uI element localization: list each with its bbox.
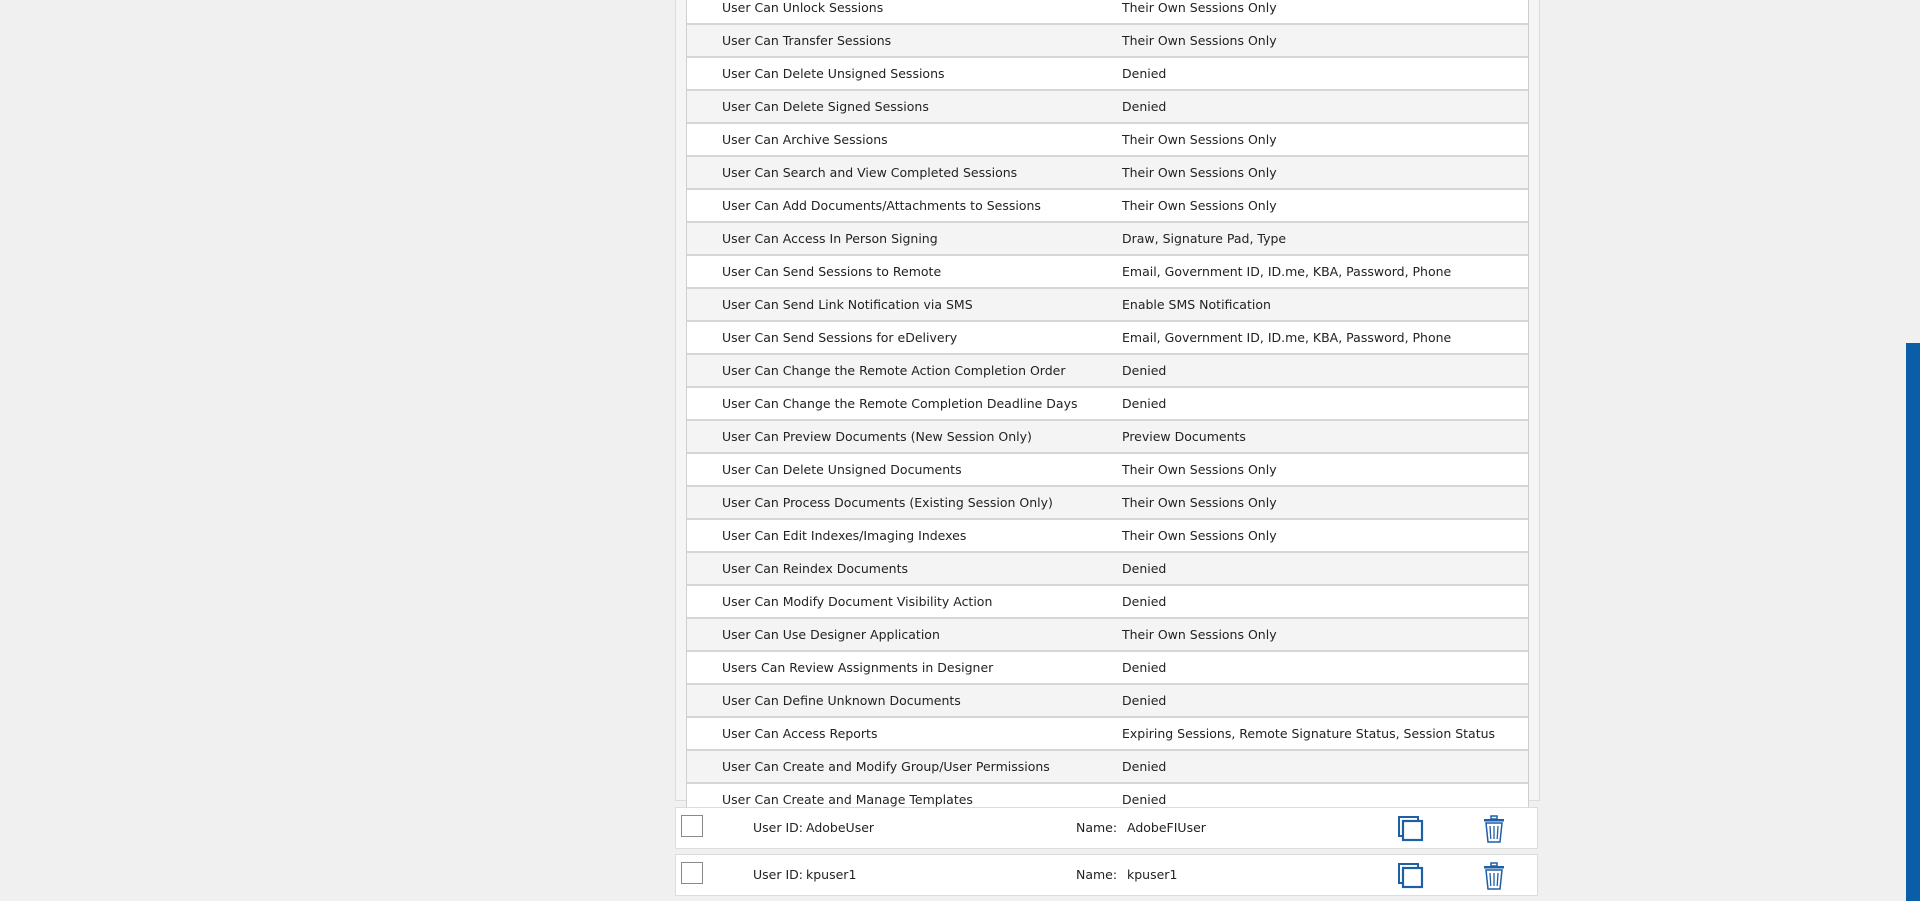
user-select-checkbox[interactable] <box>681 862 703 884</box>
permission-value: Denied <box>1122 660 1167 675</box>
permission-row: User Can Change the Remote Completion De… <box>687 388 1528 421</box>
permission-name: User Can Process Documents (Existing Ses… <box>722 495 1053 510</box>
permission-value: Denied <box>1122 594 1167 609</box>
permission-row: User Can Archive Sessions Their Own Sessi… <box>687 124 1528 157</box>
permission-value: Their Own Sessions Only <box>1122 495 1277 510</box>
user-id-value: kpuser1 <box>806 867 857 882</box>
permission-value: Denied <box>1122 363 1167 378</box>
user-row: User ID: AdobeUser Name: AdobeFIUser <box>675 807 1538 849</box>
permission-value: Their Own Sessions Only <box>1122 33 1277 48</box>
user-name-label: Name: <box>1076 820 1118 835</box>
permission-value: Denied <box>1122 99 1167 114</box>
permission-name: Users Can Review Assignments in Designer <box>722 660 994 675</box>
permission-row: User Can Edit Indexes/Imaging Indexes The… <box>687 520 1528 553</box>
permission-value: Denied <box>1122 792 1167 807</box>
permission-value: Draw, Signature Pad, Type <box>1122 231 1287 246</box>
user-row: User ID: kpuser1 Name: kpuser1 <box>675 854 1538 896</box>
permission-row: User Can Send Sessions for eDelivery Emai… <box>687 322 1528 355</box>
permission-row: User Can Delete Unsigned Sessions Denied <box>687 58 1528 91</box>
permission-value: Their Own Sessions Only <box>1122 627 1277 642</box>
permission-name: User Can Access Reports <box>722 726 878 741</box>
permission-row: User Can Send Link Notification via SMS E… <box>687 289 1528 322</box>
trash-icon[interactable] <box>1483 862 1505 890</box>
permission-value: Their Own Sessions Only <box>1122 165 1277 180</box>
permission-row: User Can Process Documents (Existing Ses… <box>687 487 1528 520</box>
permission-value: Their Own Sessions Only <box>1122 198 1277 213</box>
permission-value: Enable SMS Notification <box>1122 297 1271 312</box>
permission-row: User Can Access Reports Expiring Sessions… <box>687 718 1528 751</box>
permission-row: Users Can Review Assignments in Designer… <box>687 652 1528 685</box>
user-name-value: AdobeFIUser <box>1127 820 1206 835</box>
user-name-value: kpuser1 <box>1127 867 1178 882</box>
user-name-label: Name: <box>1076 867 1118 882</box>
copy-icon[interactable] <box>1398 863 1424 889</box>
permission-value: Expiring Sessions, Remote Signature Stat… <box>1122 726 1496 741</box>
permission-value: Denied <box>1122 396 1167 411</box>
permission-row: User Can Transfer Sessions Their Own Sess… <box>687 25 1528 58</box>
permission-row: User Can Change the Remote Action Comple… <box>687 355 1528 388</box>
permission-row: User Can Preview Documents (New Session … <box>687 421 1528 454</box>
permission-row: User Can Modify Document Visibility Acti… <box>687 586 1528 619</box>
permission-name: User Can Edit Indexes/Imaging Indexes <box>722 528 967 543</box>
permission-value: Their Own Sessions Only <box>1122 462 1277 477</box>
permission-name: User Can Create and Manage Templates <box>722 792 973 807</box>
permission-name: User Can Delete Unsigned Sessions <box>722 66 945 81</box>
permission-value: Their Own Sessions Only <box>1122 528 1277 543</box>
user-id-label: User ID: <box>753 867 803 882</box>
trash-icon[interactable] <box>1483 815 1505 843</box>
permission-value: Their Own Sessions Only <box>1122 0 1277 15</box>
permission-name: User Can Search and View Completed Sessi… <box>722 165 1018 180</box>
permission-row: User Can Add Documents/Attachments to Se… <box>687 190 1528 223</box>
scrollbar-accent[interactable] <box>1906 343 1920 901</box>
permission-name: User Can Delete Signed Sessions <box>722 99 929 114</box>
permission-name: User Can Send Link Notification via SMS <box>722 297 973 312</box>
permission-name: User Can Preview Documents (New Session … <box>722 429 1032 444</box>
permission-name: User Can Create and Modify Group/User Pe… <box>722 759 1050 774</box>
permission-row: User Can Reindex Documents Denied <box>687 553 1528 586</box>
permission-name: User Can Add Documents/Attachments to Se… <box>722 198 1041 213</box>
permission-row: User Can Search and View Completed Sessi… <box>687 157 1528 190</box>
permission-name: User Can Define Unknown Documents <box>722 693 961 708</box>
permission-name: User Can Change the Remote Completion De… <box>722 396 1078 411</box>
permission-value: Email, Government ID, ID.me, KBA, Passwo… <box>1122 330 1452 345</box>
permission-row: User Can Send Sessions to Remote Email, G… <box>687 256 1528 289</box>
permission-name: User Can Change the Remote Action Comple… <box>722 363 1066 378</box>
permission-value: Denied <box>1122 693 1167 708</box>
permission-row: User Can Define Unknown Documents Denied <box>687 685 1528 718</box>
user-id-value: AdobeUser <box>806 820 875 835</box>
permission-row: User Can Create and Modify Group/User Pe… <box>687 751 1528 784</box>
user-id-label: User ID: <box>753 820 803 835</box>
permission-row: User Can Access In Person Signing Draw, S… <box>687 223 1528 256</box>
permission-value: Their Own Sessions Only <box>1122 132 1277 147</box>
permission-name: User Can Archive Sessions <box>722 132 888 147</box>
copy-icon[interactable] <box>1398 816 1424 842</box>
permission-name: User Can Access In Person Signing <box>722 231 938 246</box>
permission-name: User Can Modify Document Visibility Acti… <box>722 594 993 609</box>
permission-name: User Can Transfer Sessions <box>722 33 892 48</box>
permission-row: User Can Unlock Sessions Their Own Sessio… <box>687 0 1528 25</box>
permissions-table: User Can Unlock Sessions Their Own Sessio… <box>686 0 1529 816</box>
permission-value: Denied <box>1122 561 1167 576</box>
permission-name: User Can Use Designer Application <box>722 627 940 642</box>
permission-value: Denied <box>1122 759 1167 774</box>
permission-row: User Can Delete Signed Sessions Denied <box>687 91 1528 124</box>
permission-name: User Can Unlock Sessions <box>722 0 884 15</box>
permission-name: User Can Send Sessions for eDelivery <box>722 330 958 345</box>
permission-name: User Can Reindex Documents <box>722 561 909 576</box>
user-select-checkbox[interactable] <box>681 815 703 837</box>
permission-value: Preview Documents <box>1122 429 1246 444</box>
permission-name: User Can Send Sessions to Remote <box>722 264 942 279</box>
permission-row: User Can Delete Unsigned Documents Their … <box>687 454 1528 487</box>
permission-name: User Can Delete Unsigned Documents <box>722 462 962 477</box>
permission-row: User Can Use Designer Application Their O… <box>687 619 1528 652</box>
permission-value: Email, Government ID, ID.me, KBA, Passwo… <box>1122 264 1452 279</box>
permission-value: Denied <box>1122 66 1167 81</box>
